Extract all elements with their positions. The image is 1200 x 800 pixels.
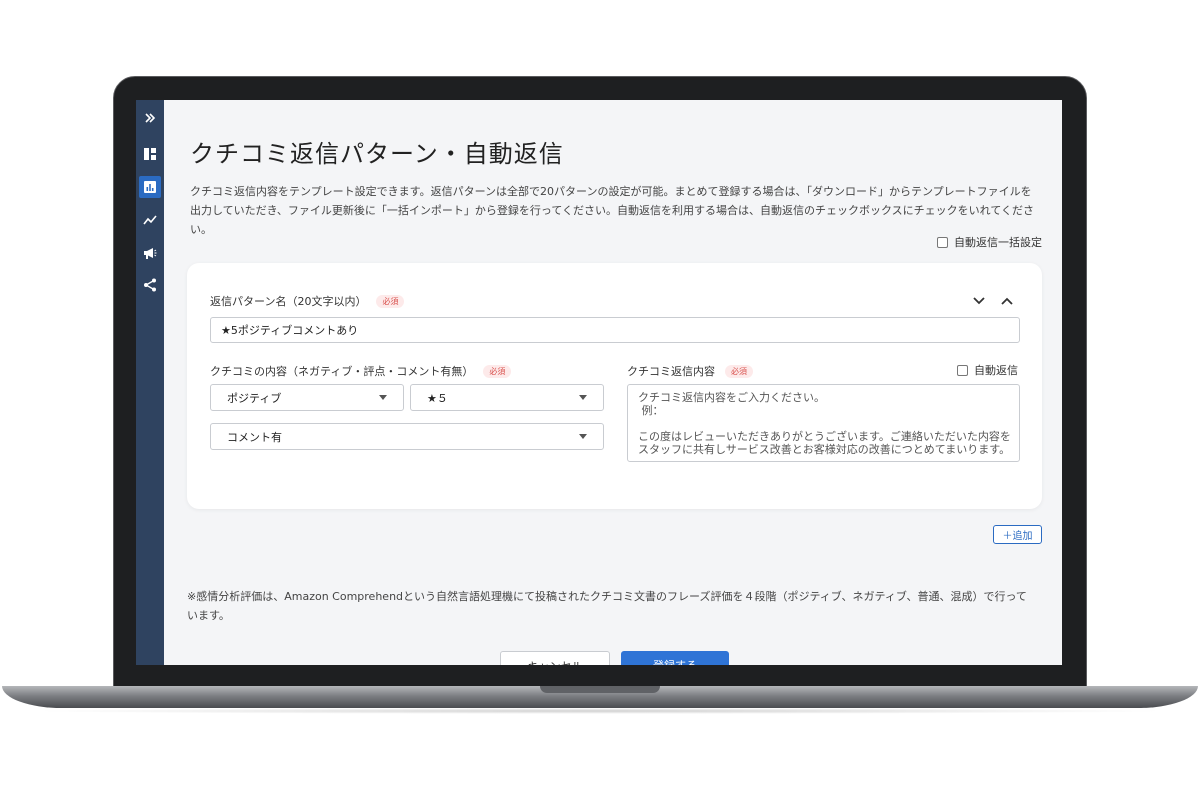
required-badge: 必須 [725,364,753,378]
laptop-shadow [30,708,1170,714]
expand-sidebar-button[interactable] [139,107,161,129]
reply-pattern-card: 返信パターン名（20文字以内） 必須 ★5ポジティブコメントあり クチコミの内容… [187,263,1042,509]
submit-button[interactable]: 登録する [621,651,729,665]
reply-content-label: クチコミ返信内容 必須 [627,363,753,379]
sidebar-item-announcements[interactable] [139,242,161,264]
laptop-notch [540,686,660,693]
comment-select[interactable]: コメント有 [210,423,604,450]
review-content-label: クチコミの内容（ネガティブ・評点・コメント有無） 必須 [210,363,512,379]
auto-reply-label: 自動返信 [974,364,1018,377]
main-content: クチコミ返信パターン・自動返信 クチコミ返信内容をテンプレート設定できます。返信… [164,100,1062,665]
comment-value: コメント有 [227,430,282,444]
share-icon [144,278,156,292]
pattern-name-label-text: 返信パターン名（20文字以内） [210,295,367,308]
sentiment-value: ポジティブ [227,391,282,405]
pattern-name-label: 返信パターン名（20文字以内） 必須 [210,293,405,309]
app-screen: クチコミ返信パターン・自動返信 クチコミ返信内容をテンプレート設定できます。返信… [136,100,1062,665]
reply-content-textarea[interactable]: クチコミ返信内容をご入力ください。 例： この度はレビューいただきありがとうござ… [627,384,1020,462]
rating-select[interactable]: ★５ [410,384,604,411]
trend-line-icon [143,215,157,225]
chevron-down-icon[interactable] [971,293,987,309]
sidebar-item-share[interactable] [139,274,161,296]
sidebar [136,100,164,665]
double-chevron-right-icon [145,113,156,123]
caret-down-icon [579,395,587,400]
bulk-auto-reply-checkbox[interactable] [937,236,948,248]
dashboard-icon [144,148,156,160]
caret-down-icon [379,395,387,400]
sentiment-analysis-note: ※感情分析評価は、Amazon Comprehendという自然言語処理機にて投稿… [187,590,1027,622]
review-content-label-text: クチコミの内容（ネガティブ・評点・コメント有無） [210,365,474,378]
required-badge: 必須 [483,364,512,378]
pattern-name-input[interactable]: ★5ポジティブコメントあり [210,317,1020,343]
add-pattern-button[interactable]: ＋追加 [993,525,1042,544]
sidebar-item-analytics[interactable] [139,176,161,198]
bulk-auto-reply-toggle[interactable]: 自動返信一括設定 [937,234,1042,250]
page-description: クチコミ返信内容をテンプレート設定できます。返信パターンは全部で20パターンの設… [190,185,1035,236]
bar-chart-icon [144,181,156,193]
cancel-button[interactable]: キャンセル [500,651,610,665]
auto-reply-toggle[interactable]: 自動返信 [957,362,1018,378]
required-badge: 必須 [376,294,405,308]
bulk-auto-reply-label: 自動返信一括設定 [954,236,1042,249]
reply-content-label-text: クチコミ返信内容 [627,365,715,378]
sidebar-item-trends[interactable] [139,209,161,231]
sentiment-select[interactable]: ポジティブ [210,384,404,411]
chevron-up-icon[interactable] [999,293,1015,309]
rating-value: ★５ [427,391,448,405]
caret-down-icon [579,434,587,439]
page-title: クチコミ返信パターン・自動返信 [190,140,564,168]
sidebar-item-dashboard[interactable] [139,143,161,165]
megaphone-icon [144,248,157,259]
auto-reply-checkbox[interactable] [957,364,968,376]
